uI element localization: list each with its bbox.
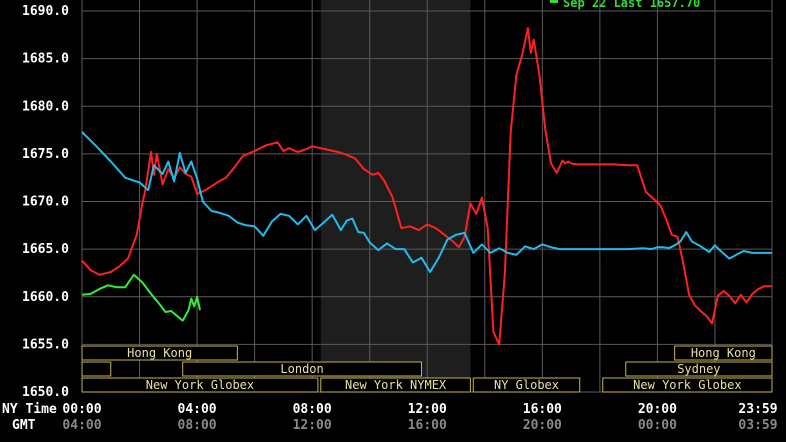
- x-tick-gmt: 20:00: [523, 418, 562, 433]
- session-label: Hong Kong: [691, 346, 756, 360]
- legend-last-price: Sep 22 Last 1657.70: [563, 0, 700, 10]
- y-tick-label: 1670.0: [22, 195, 69, 210]
- y-tick-label: 1680.0: [22, 99, 69, 114]
- session-bar: [81, 361, 112, 377]
- price-chart: Hong Kong Hong Kong London Sydney New York G…: [0, 0, 786, 442]
- x-tick-ny: 08:00: [293, 402, 332, 417]
- legend-swatch: [550, 0, 558, 3]
- x-tick-ny: 04:00: [178, 402, 217, 417]
- y-tick-label: 1685.0: [22, 52, 69, 67]
- session-label: Hong Kong: [127, 346, 192, 360]
- session-label: New York Globex: [146, 378, 254, 392]
- gmt-label: GMT: [12, 418, 36, 433]
- x-tick-gmt: 12:00: [293, 418, 332, 433]
- x-tick-gmt: 04:00: [62, 418, 101, 433]
- x-tick-ny: 20:00: [638, 402, 677, 417]
- y-tick-label: 1660.0: [22, 290, 69, 305]
- x-tick-gmt: 03:59: [738, 418, 777, 433]
- session-label: London: [280, 362, 323, 376]
- session-label: New York Globex: [633, 378, 741, 392]
- x-tick-ny: 23:59: [738, 402, 777, 417]
- session-label: NY Globex: [494, 378, 559, 392]
- y-tick-label: 1655.0: [22, 337, 69, 352]
- x-tick-ny: 00:00: [62, 402, 101, 417]
- y-axis-ticks: 1690.0 1685.0 1680.0 1675.0 1670.0 1665.0 1660…: [22, 4, 69, 400]
- y-tick-label: 1675.0: [22, 147, 69, 162]
- ny-time-label: NY Time: [2, 402, 57, 417]
- x-tick-gmt: 16:00: [408, 418, 447, 433]
- session-label: Sydney: [677, 362, 720, 376]
- x-tick-ny: 16:00: [523, 402, 562, 417]
- y-tick-label: 1665.0: [22, 242, 69, 257]
- x-tick-gmt: 08:00: [178, 418, 217, 433]
- session-label: New York NYMEX: [345, 378, 447, 392]
- y-tick-label: 1690.0: [22, 4, 69, 19]
- x-tick-ny: 12:00: [408, 402, 447, 417]
- y-tick-label: 1650.0: [22, 385, 69, 400]
- x-tick-gmt: 00:00: [638, 418, 677, 433]
